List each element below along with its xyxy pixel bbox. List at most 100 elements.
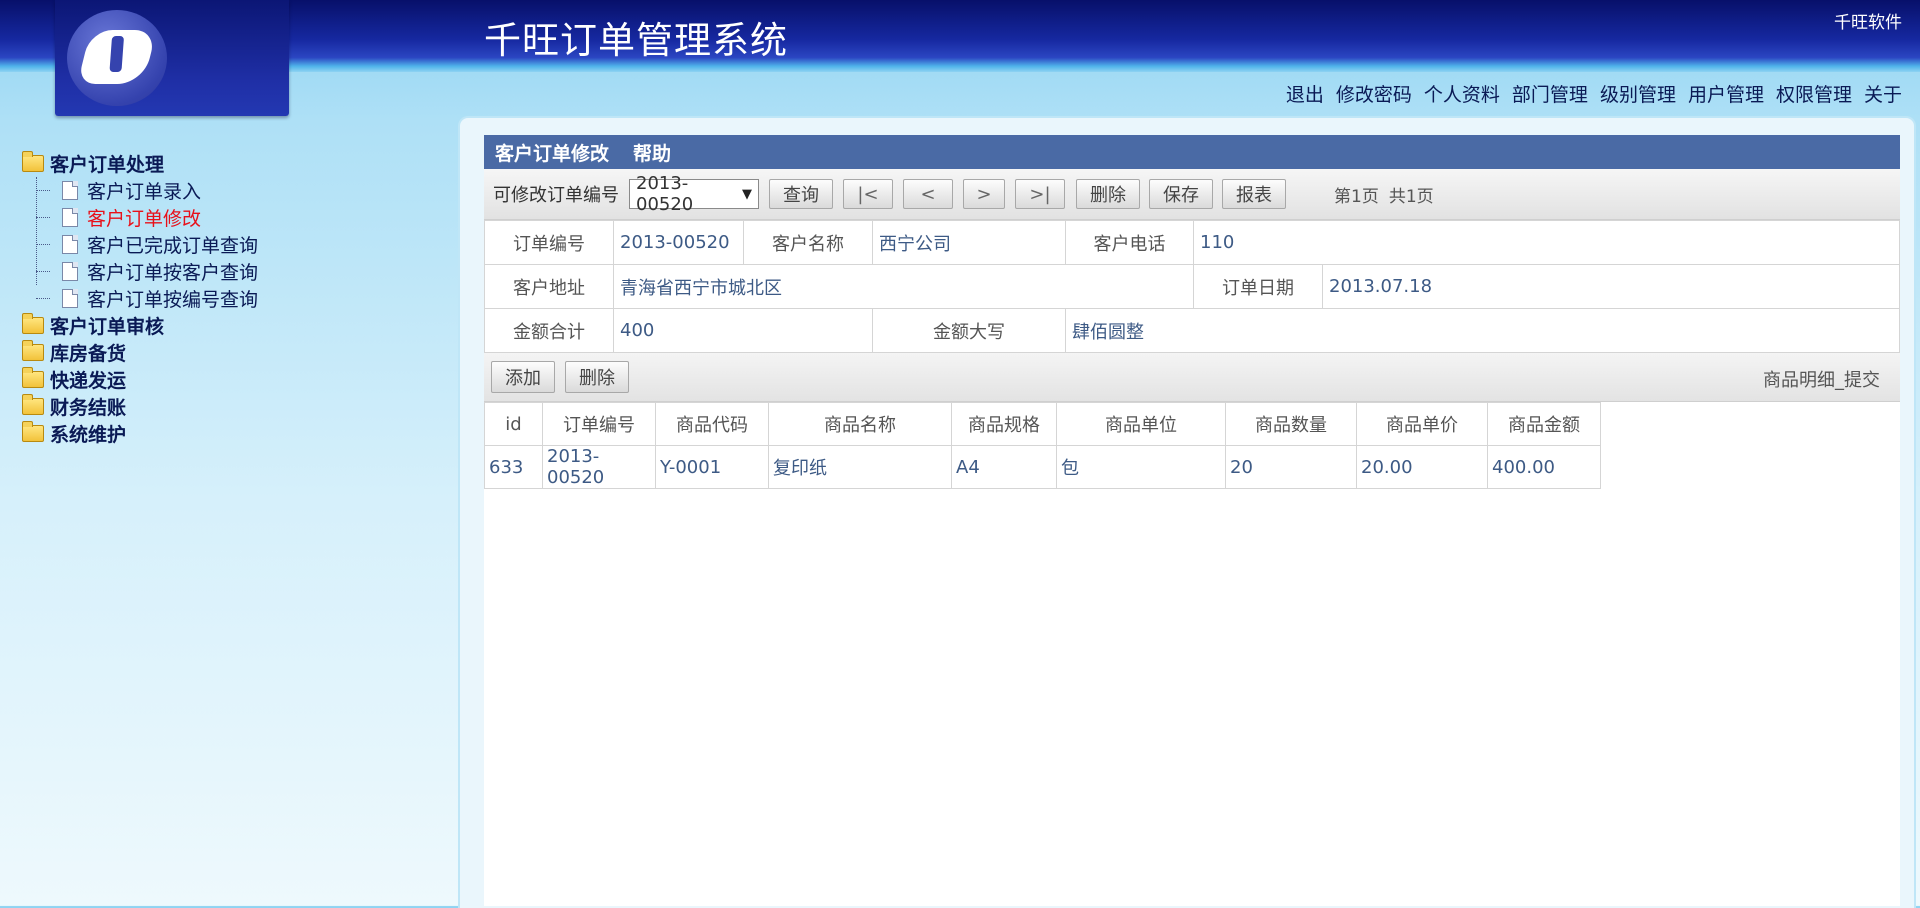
- logo: [55, 0, 289, 116]
- sidebar-group-label: 财务结账: [50, 397, 127, 419]
- column-header[interactable]: id: [484, 402, 543, 446]
- order-date-field[interactable]: 2013.07.18: [1322, 264, 1900, 309]
- order-select-value: 2013-00520: [636, 173, 694, 215]
- customer-address-label: 客户地址: [484, 264, 614, 309]
- help-link[interactable]: 帮助: [633, 139, 671, 166]
- sidebar-item-label: 客户订单按客户查询: [87, 262, 259, 284]
- amount-upper-field[interactable]: 肆佰圆整: [1065, 308, 1900, 353]
- folder-icon: [22, 313, 44, 334]
- nav-about[interactable]: 关于: [1864, 80, 1902, 107]
- table-row[interactable]: 633 2013-00520 Y-0001 复印纸 A4 包 20 20.00 …: [484, 445, 1601, 489]
- column-header[interactable]: 商品数量: [1225, 402, 1357, 446]
- sidebar-tree: 客户订单处理 客户订单录入 客户订单修改 客户已完成订单查询 客户订单按客户查询…: [22, 150, 258, 447]
- nav-permission-management[interactable]: 权限管理: [1776, 80, 1852, 107]
- sidebar-group-shipping[interactable]: 快递发运: [22, 366, 258, 393]
- column-header[interactable]: 商品代码: [655, 402, 769, 446]
- cell-product-spec[interactable]: A4: [951, 445, 1057, 489]
- amount-upper-label: 金额大写: [872, 308, 1066, 353]
- column-header[interactable]: 商品金额: [1487, 402, 1601, 446]
- cell-quantity[interactable]: 20: [1225, 445, 1357, 489]
- panel-titlebar: 客户订单修改 帮助: [484, 135, 1900, 169]
- column-header[interactable]: 商品单位: [1056, 402, 1226, 446]
- cell-amount[interactable]: 400.00: [1487, 445, 1601, 489]
- cell-product-name[interactable]: 复印纸: [768, 445, 952, 489]
- sidebar-group-children: 客户订单录入 客户订单修改 客户已完成订单查询 客户订单按客户查询 客户订单按编…: [30, 177, 258, 312]
- app-title: 千旺订单管理系统: [484, 19, 788, 62]
- sidebar-group-label: 客户订单审核: [50, 316, 165, 338]
- sidebar-group-label: 系统维护: [50, 424, 127, 446]
- order-no-label: 订单编号: [484, 220, 614, 265]
- sidebar-group-label: 快递发运: [50, 370, 127, 392]
- nav-change-password[interactable]: 修改密码: [1336, 80, 1412, 107]
- detail-submit-link[interactable]: 商品明细_提交: [1763, 366, 1880, 392]
- grid-header-row: id 订单编号 商品代码 商品名称 商品规格 商品单位 商品数量 商品单价 商品…: [484, 402, 1601, 446]
- amount-total-field[interactable]: 400: [613, 308, 873, 353]
- nav-profile[interactable]: 个人资料: [1424, 80, 1500, 107]
- sidebar-item-completed-orders[interactable]: 客户已完成订单查询: [30, 231, 258, 258]
- amount-total-label: 金额合计: [484, 308, 614, 353]
- sidebar-item-query-by-customer[interactable]: 客户订单按客户查询: [30, 258, 258, 285]
- order-toolbar: 可修改订单编号 2013-00520 ▼ 查询 |< < > >| 删除 保存 …: [484, 169, 1900, 220]
- cell-unit-price[interactable]: 20.00: [1356, 445, 1488, 489]
- logo-icon: [67, 10, 167, 106]
- detail-grid: id 订单编号 商品代码 商品名称 商品规格 商品单位 商品数量 商品单价 商品…: [484, 402, 1601, 489]
- sidebar-item-query-by-number[interactable]: 客户订单按编号查询: [30, 285, 258, 312]
- last-page-button[interactable]: >|: [1015, 179, 1065, 209]
- column-header[interactable]: 商品单价: [1356, 402, 1488, 446]
- column-header[interactable]: 商品规格: [951, 402, 1057, 446]
- document-icon: [62, 289, 78, 308]
- cell-order-no[interactable]: 2013-00520: [542, 445, 656, 489]
- order-no-field[interactable]: 2013-00520: [613, 220, 744, 265]
- order-date-label: 订单日期: [1193, 264, 1323, 309]
- sidebar-group-finance[interactable]: 财务结账: [22, 393, 258, 420]
- column-header[interactable]: 订单编号: [542, 402, 656, 446]
- top-nav: 退出 修改密码 个人资料 部门管理 级别管理 用户管理 权限管理 关于: [1286, 80, 1902, 107]
- order-form: 订单编号 2013-00520 客户名称 西宁公司 客户电话 110 客户地址 …: [484, 220, 1900, 353]
- sidebar-group-label: 客户订单处理: [50, 154, 165, 176]
- customer-address-field[interactable]: 青海省西宁市城北区: [613, 264, 1194, 309]
- cell-id[interactable]: 633: [484, 445, 543, 489]
- column-header[interactable]: 商品名称: [768, 402, 952, 446]
- first-page-button[interactable]: |<: [843, 179, 893, 209]
- delete-item-button[interactable]: 删除: [565, 361, 629, 393]
- nav-department-management[interactable]: 部门管理: [1512, 80, 1588, 107]
- cell-product-unit[interactable]: 包: [1056, 445, 1226, 489]
- folder-icon: [22, 421, 44, 442]
- folder-icon: [22, 367, 44, 388]
- detail-toolbar: 添加 删除 商品明细_提交: [484, 353, 1900, 402]
- prev-page-button[interactable]: <: [903, 179, 953, 209]
- sidebar-group-order-review[interactable]: 客户订单审核: [22, 312, 258, 339]
- sidebar-group-system[interactable]: 系统维护: [22, 420, 258, 447]
- folder-icon: [22, 340, 44, 361]
- nav-logout[interactable]: 退出: [1286, 80, 1324, 107]
- sidebar-item-order-modify[interactable]: 客户订单修改: [30, 204, 258, 231]
- report-button[interactable]: 报表: [1222, 179, 1286, 209]
- page-total: 共1页: [1388, 186, 1434, 207]
- sidebar-item-label: 客户订单修改: [87, 208, 202, 230]
- save-button[interactable]: 保存: [1149, 179, 1213, 209]
- delete-order-button[interactable]: 删除: [1076, 179, 1140, 209]
- folder-icon: [22, 394, 44, 415]
- cell-product-code[interactable]: Y-0001: [655, 445, 769, 489]
- customer-phone-field[interactable]: 110: [1193, 220, 1900, 265]
- sidebar-group-order-processing[interactable]: 客户订单处理: [22, 150, 258, 177]
- customer-name-field[interactable]: 西宁公司: [872, 220, 1066, 265]
- next-page-button[interactable]: >: [963, 179, 1005, 209]
- sidebar-item-label: 客户订单录入: [87, 181, 202, 203]
- nav-level-management[interactable]: 级别管理: [1600, 80, 1676, 107]
- page-current: 第1页: [1334, 186, 1379, 207]
- order-select-label: 可修改订单编号: [493, 185, 619, 206]
- customer-name-label: 客户名称: [743, 220, 873, 265]
- document-icon: [62, 181, 78, 200]
- sidebar-group-label: 库房备货: [50, 343, 127, 365]
- customer-phone-label: 客户电话: [1065, 220, 1194, 265]
- main-content: 客户订单修改 帮助 可修改订单编号 2013-00520 ▼ 查询 |< < >…: [484, 135, 1900, 906]
- sidebar-item-order-entry[interactable]: 客户订单录入: [30, 177, 258, 204]
- nav-user-management[interactable]: 用户管理: [1688, 80, 1764, 107]
- order-number-select[interactable]: 2013-00520 ▼: [629, 173, 759, 215]
- sidebar-group-warehouse[interactable]: 库房备货: [22, 339, 258, 366]
- add-item-button[interactable]: 添加: [491, 361, 555, 393]
- vendor-name: 千旺软件: [1834, 13, 1902, 33]
- document-icon: [62, 235, 78, 254]
- query-button[interactable]: 查询: [769, 179, 833, 209]
